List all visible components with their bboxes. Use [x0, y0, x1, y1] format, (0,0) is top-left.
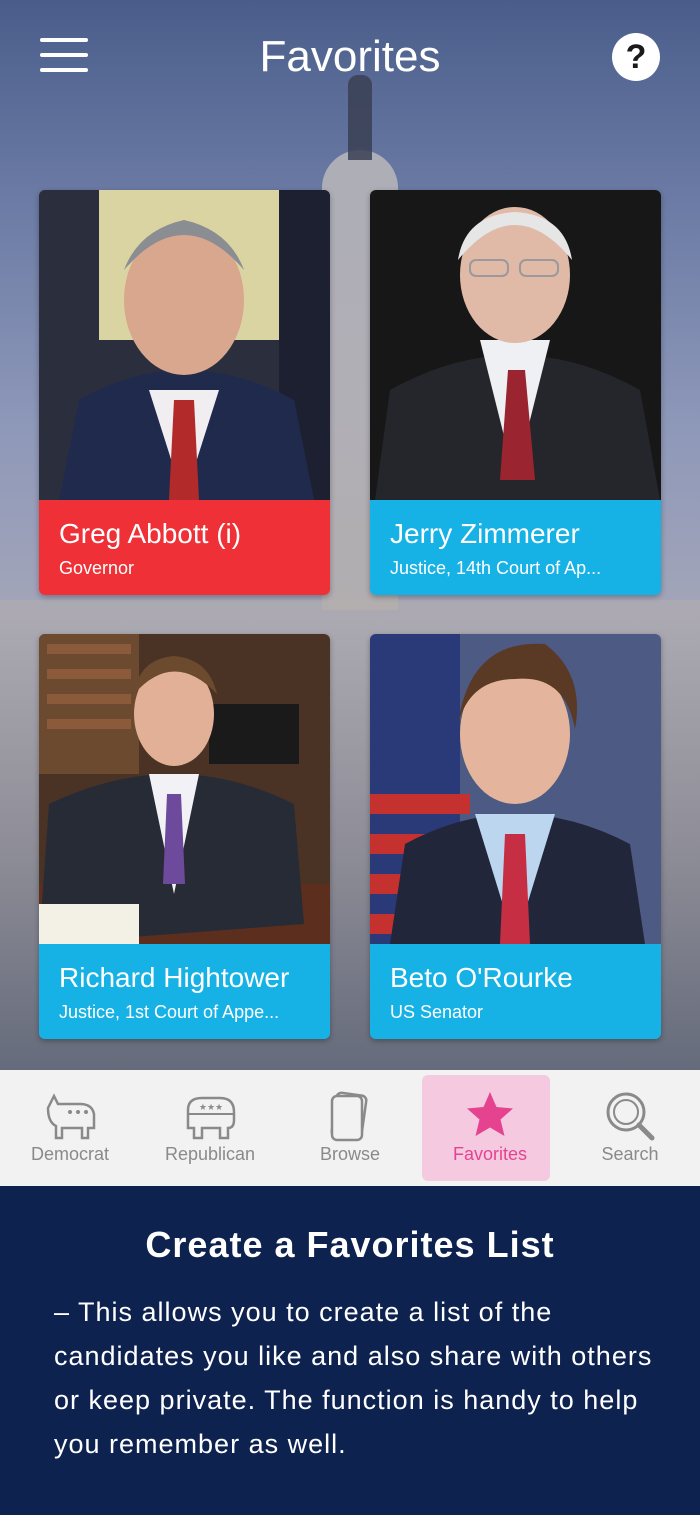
tab-republican[interactable]: ★★★ Republican	[140, 1070, 280, 1186]
tab-label: Favorites	[452, 1144, 528, 1164]
bottom-tab-bar: Democrat ★★★ Republican Browse Favorites…	[0, 1070, 700, 1186]
candidate-card-greg-abbott[interactable]: Greg Abbott (i) Governor	[39, 190, 330, 595]
candidate-info: Greg Abbott (i) Governor	[39, 500, 330, 595]
tab-label: Republican	[164, 1144, 256, 1164]
candidate-name: Jerry Zimmerer	[390, 518, 580, 549]
candidate-photo	[39, 634, 330, 944]
candidate-card-richard-hightower[interactable]: Richard Hightower Justice, 1st Court of …	[39, 634, 330, 1039]
promo-body: – This allows you to create a list of th…	[54, 1297, 653, 1459]
tab-browse[interactable]: Browse	[280, 1070, 420, 1186]
top-bar: Favorites ?	[0, 0, 700, 120]
candidate-name: Beto O'Rourke	[390, 962, 573, 993]
promo-heading: Create a Favorites List	[145, 1224, 555, 1265]
tab-search[interactable]: Search	[560, 1070, 700, 1186]
elephant-icon: ★★★	[186, 1096, 236, 1140]
svg-text:★★★: ★★★	[199, 1103, 223, 1113]
candidate-photo	[370, 190, 661, 500]
candidate-role: US Senator	[390, 1002, 484, 1022]
tab-label: Democrat	[30, 1144, 110, 1164]
promo-panel: Create a Favorites List – This allows yo…	[0, 1186, 700, 1515]
candidate-info: Beto O'Rourke US Senator	[370, 944, 661, 1039]
page-title: Favorites	[259, 32, 441, 81]
candidate-name: Greg Abbott (i)	[59, 518, 242, 549]
candidate-info: Richard Hightower Justice, 1st Court of …	[39, 944, 330, 1039]
candidate-role: Justice, 1st Court of Appe...	[59, 1002, 280, 1022]
candidate-role: Governor	[59, 558, 135, 578]
question-mark-icon[interactable]: ?	[612, 33, 660, 81]
favorites-screen: Favorites ? Greg Abbott (i) Governor Jer…	[0, 0, 700, 1070]
tab-label: Browse	[319, 1144, 381, 1164]
candidate-role: Justice, 14th Court of Ap...	[390, 558, 602, 578]
tab-label: Search	[601, 1144, 659, 1164]
candidate-name: Richard Hightower	[59, 962, 290, 993]
magnifier-icon	[606, 1092, 655, 1141]
star-icon	[467, 1092, 513, 1136]
tab-democrat[interactable]: Democrat	[0, 1070, 140, 1186]
tab-favorites[interactable]: Favorites	[420, 1070, 560, 1186]
donkey-icon	[46, 1093, 96, 1140]
candidate-photo	[39, 190, 330, 500]
candidate-info: Jerry Zimmerer Justice, 14th Court of Ap…	[370, 500, 661, 595]
candidate-photo	[370, 634, 661, 944]
candidate-card-jerry-zimmerer[interactable]: Jerry Zimmerer Justice, 14th Court of Ap…	[370, 190, 661, 595]
cards-icon	[330, 1091, 368, 1142]
candidate-card-beto-orourke[interactable]: Beto O'Rourke US Senator	[370, 634, 661, 1039]
